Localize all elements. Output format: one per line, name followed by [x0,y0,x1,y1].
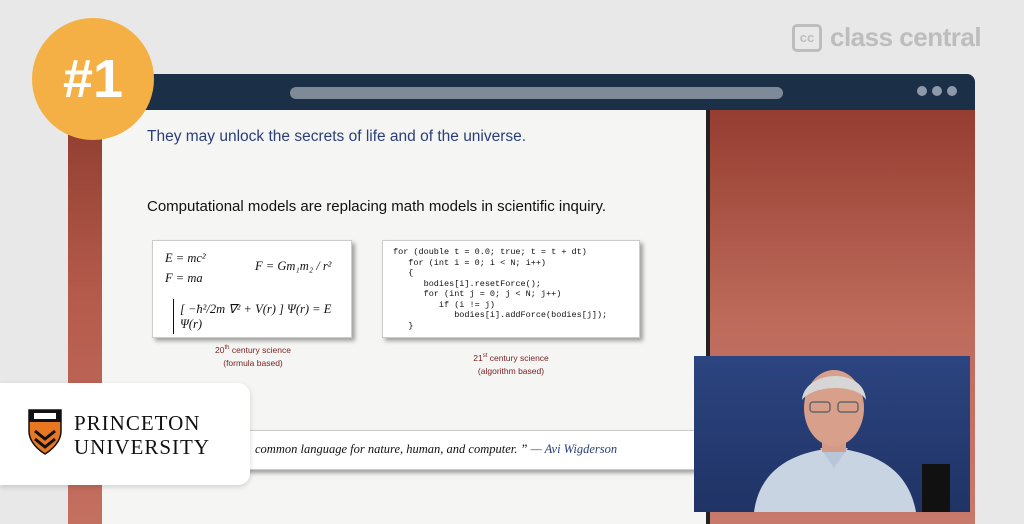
formula-fma: F = ma [165,271,203,285]
quote-author: — Avi Wigderson [527,442,618,456]
institution-name-line1: PRINCETON [74,411,201,435]
caption-line2: (algorithm based) [477,365,545,376]
class-central-logo-icon: cc [792,23,822,52]
window-titlebar [68,74,975,110]
formula-schrodinger: [ −ħ²/2m ∇² + V(r) ] Ψ(r) = E Ψ(r) [173,299,351,334]
caption-rest: century science [487,352,549,363]
institution-name-line2: UNIVERSITY [74,435,210,459]
dot-icon [947,86,957,96]
caption-line2: (formula based) [223,357,283,368]
window-dots-icon[interactable] [917,86,957,96]
class-central-logo-text: class central [830,22,982,52]
dot-icon [917,86,927,96]
princeton-shield-icon [28,409,62,455]
formula-emc2: E = mc² [165,251,206,265]
caption-20th-century: 20th century science (formula based) [184,342,322,370]
caption-ordinal: 20 [215,344,225,355]
address-bar[interactable] [290,87,783,99]
presenter-figure [754,370,950,512]
class-central-logo: cc class central [792,22,982,53]
presenter-video[interactable] [694,356,970,512]
caption-ordinal: 21 [473,352,483,363]
dot-icon [932,86,942,96]
quote-body: common language for nature, human, and c… [255,442,528,456]
institution-card: PRINCETON UNIVERSITY [0,383,250,485]
quote-text: common language for nature, human, and c… [255,442,617,457]
code-snippet: for (double t = 0.0; true; t = t + dt) f… [393,247,608,331]
rank-badge: #1 [32,18,154,140]
code-box: for (double t = 0.0; true; t = t + dt) f… [382,240,640,338]
slide-heading: Computational models are replacing math … [147,198,607,215]
caption-21st-century: 21st century science (algorithm based) [442,350,580,378]
formula-box: E = mc² F = ma F = Gm₁m₂ / r² [ −ħ²/2m ∇… [152,240,352,338]
slide-quote-top: They may unlock the secrets of life and … [147,128,527,145]
chair-back-right [922,464,950,512]
formula-gravity: F = Gm₁m₂ / r² [255,259,332,273]
caption-rest: century science [229,344,291,355]
quote-box: common language for nature, human, and c… [242,430,724,470]
